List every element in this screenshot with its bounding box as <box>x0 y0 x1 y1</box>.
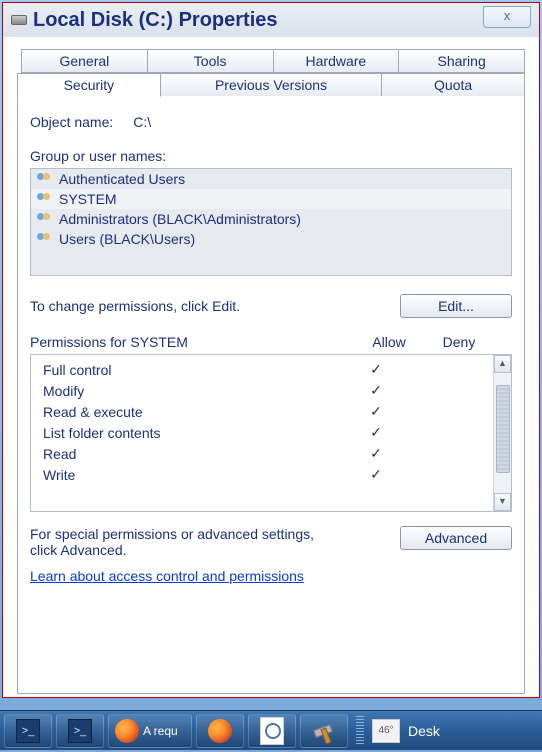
advanced-button[interactable]: Advanced <box>400 526 512 550</box>
permission-name: Full control <box>43 362 341 378</box>
taskbar-firefox-window[interactable]: A requ <box>108 714 192 748</box>
permission-allow: ✓ <box>341 445 411 462</box>
window-title: Local Disk (C:) Properties <box>33 9 278 32</box>
list-item-label: Users (BLACK\Users) <box>59 231 195 247</box>
permissions-list[interactable]: Full control✓Modify✓Read & execute✓List … <box>30 354 512 512</box>
powershell-icon: >_ <box>68 719 92 743</box>
permissions-header: Permissions for SYSTEM Allow Deny <box>30 334 512 350</box>
group-user-names-label: Group or user names: <box>30 148 512 164</box>
tab-row-top: General Tools Hardware Sharing <box>21 49 525 73</box>
permission-allow: ✓ <box>341 361 411 378</box>
group-user-list[interactable]: Authenticated Users SYSTEM Administrators … <box>30 168 512 276</box>
permission-row: Read & execute✓ <box>31 401 511 422</box>
object-name-row: Object name: C:\ <box>30 114 512 130</box>
hammer-icon <box>311 718 337 744</box>
taskbar-powershell-2[interactable]: >_ <box>56 714 104 748</box>
dialog-body: General Tools Hardware Sharing Security … <box>3 37 539 697</box>
scroll-down-icon[interactable]: ▼ <box>494 493 511 511</box>
permission-allow: ✓ <box>341 403 411 420</box>
edit-hint: To change permissions, click Edit. <box>30 298 240 314</box>
security-panel: Object name: C:\ Group or user names: Au… <box>17 96 525 694</box>
permission-row: Full control✓ <box>31 359 511 380</box>
tab-row-bottom: Security Previous Versions Quota <box>17 73 525 97</box>
tab-sharing[interactable]: Sharing <box>399 49 525 73</box>
permissions-title: Permissions for SYSTEM <box>30 334 354 350</box>
permission-row: Write✓ <box>31 464 511 485</box>
list-item-label: SYSTEM <box>59 191 117 207</box>
users-group-icon <box>37 173 53 186</box>
scrollbar[interactable]: ▲ ▼ <box>493 355 511 511</box>
column-allow: Allow <box>354 334 424 350</box>
permission-row: Read✓ <box>31 443 511 464</box>
object-name-label: Object name: <box>30 114 113 130</box>
permission-name: Read <box>43 446 341 462</box>
taskbar-separator <box>356 716 364 746</box>
permission-name: Read & execute <box>43 404 341 420</box>
tab-hardware[interactable]: Hardware <box>274 49 400 73</box>
taskbar-firefox-label: A requ <box>143 724 178 738</box>
scroll-thumb[interactable] <box>496 385 510 473</box>
permission-name: Write <box>43 467 341 483</box>
close-button[interactable]: x <box>483 6 531 28</box>
taskbar-build-tool[interactable] <box>300 714 348 748</box>
taskbar[interactable]: >_ >_ A requ 46° Desk <box>0 710 542 750</box>
permission-allow: ✓ <box>341 382 411 399</box>
list-item[interactable]: Users (BLACK\Users) <box>31 229 511 249</box>
taskbar-firefox-2[interactable] <box>196 714 244 748</box>
list-item[interactable]: SYSTEM <box>31 189 511 209</box>
tab-security[interactable]: Security <box>17 73 161 97</box>
list-item[interactable]: Administrators (BLACK\Administrators) <box>31 209 511 229</box>
permission-row: List folder contents✓ <box>31 422 511 443</box>
advanced-hint: For special permissions or advanced sett… <box>30 526 340 558</box>
users-group-icon <box>37 233 53 246</box>
edit-row: To change permissions, click Edit. Edit.… <box>30 294 512 318</box>
properties-window: Local Disk (C:) Properties x General Too… <box>2 2 540 698</box>
permission-name: List folder contents <box>43 425 341 441</box>
scroll-up-icon[interactable]: ▲ <box>494 355 511 373</box>
list-item-label: Authenticated Users <box>59 171 185 187</box>
titlebar[interactable]: Local Disk (C:) Properties x <box>3 3 539 37</box>
temperature-widget[interactable]: 46° <box>372 719 400 743</box>
advanced-row: For special permissions or advanced sett… <box>30 526 512 558</box>
magnifier-icon <box>260 717 284 745</box>
firefox-icon <box>208 719 232 743</box>
taskbar-image-viewer[interactable] <box>248 714 296 748</box>
permission-name: Modify <box>43 383 341 399</box>
firefox-icon <box>115 719 139 743</box>
tab-previous-versions[interactable]: Previous Versions <box>161 73 383 97</box>
tab-tools[interactable]: Tools <box>148 49 274 73</box>
object-name-value: C:\ <box>133 114 151 130</box>
edit-button[interactable]: Edit... <box>400 294 512 318</box>
permission-allow: ✓ <box>341 424 411 441</box>
powershell-icon: >_ <box>16 719 40 743</box>
show-desktop-button[interactable]: Desk <box>404 723 444 739</box>
list-item-label: Administrators (BLACK\Administrators) <box>59 211 301 227</box>
users-group-icon <box>37 213 53 226</box>
help-link[interactable]: Learn about access control and permissio… <box>30 568 512 584</box>
column-deny: Deny <box>424 334 494 350</box>
list-item[interactable]: Authenticated Users <box>31 169 511 189</box>
permission-row: Modify✓ <box>31 380 511 401</box>
tab-quota[interactable]: Quota <box>382 73 525 97</box>
taskbar-powershell-1[interactable]: >_ <box>4 714 52 748</box>
users-group-icon <box>37 193 53 206</box>
drive-icon <box>11 15 27 25</box>
tab-general[interactable]: General <box>21 49 148 73</box>
permission-allow: ✓ <box>341 466 411 483</box>
